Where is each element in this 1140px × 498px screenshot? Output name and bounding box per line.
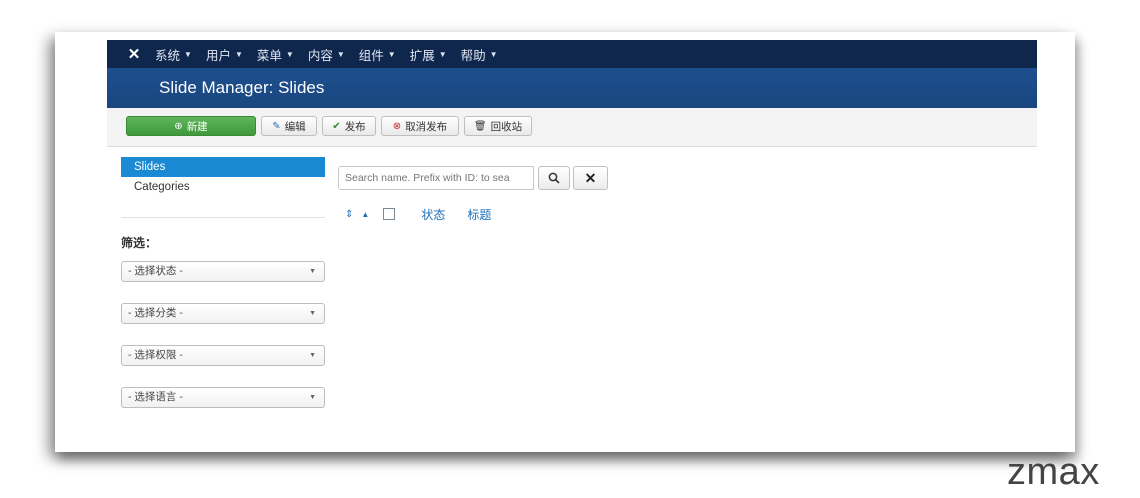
status-filter-value: - 选择状态 - [128, 265, 183, 277]
search-icon [548, 172, 560, 184]
edit-button[interactable]: ✎ 编辑 [261, 116, 317, 136]
nav-menu-extensions[interactable]: 扩展 ▼ [410, 45, 447, 64]
check-icon: ✔ [332, 120, 341, 132]
column-status-header[interactable]: 状态 [421, 206, 445, 223]
sort-ascending-icon[interactable]: ▲ [361, 210, 369, 219]
caret-down-icon: ▼ [285, 49, 294, 59]
nav-menu-components[interactable]: 组件 ▼ [359, 45, 396, 64]
brand-watermark: zmax [1007, 451, 1100, 493]
caret-down-icon: ▼ [234, 49, 243, 59]
chevron-down-icon: ▼ [309, 352, 316, 359]
nav-menu-label: 内容 [307, 48, 333, 63]
trash-icon: 🗑 [473, 120, 487, 132]
caret-down-icon: ▼ [336, 49, 345, 59]
joomla-logo-icon[interactable]: ✕ [123, 45, 145, 63]
sidebar: Slides Categories 筛选： - 选择状态 - ▼ - 选择分类 … [121, 157, 325, 431]
new-button-label: 新建 [186, 120, 208, 133]
access-filter-select[interactable]: - 选择权限 - ▼ [121, 345, 325, 366]
sort-ordering-icon[interactable]: ⇕ [345, 209, 353, 220]
close-icon: ✕ [584, 169, 597, 186]
unpublish-button-label: 取消发布 [405, 120, 448, 133]
chevron-down-icon: ▼ [309, 268, 316, 275]
access-filter-value: - 选择权限 - [128, 349, 183, 361]
caret-down-icon: ▼ [387, 49, 396, 59]
caret-down-icon: ▼ [438, 49, 447, 59]
language-filter-value: - 选择语言 - [128, 391, 183, 403]
page-header: Slide Manager: Slides [107, 68, 1037, 108]
trash-button-label: 回收站 [490, 120, 523, 133]
top-navigation-bar: ✕ 系统 ▼ 用户 ▼ 菜单 ▼ 内容 ▼ 组件 ▼ 扩展 ▼ 帮助 ▼ [107, 40, 1037, 68]
nav-menu-label: 菜单 [256, 48, 282, 63]
nav-menu-menus[interactable]: 菜单 ▼ [257, 45, 294, 64]
caret-down-icon: ▼ [489, 49, 498, 59]
sidebar-item-slides[interactable]: Slides [121, 157, 325, 177]
language-filter-select[interactable]: - 选择语言 - ▼ [121, 387, 325, 408]
cancel-circle-icon: ⊗ [392, 120, 402, 132]
publish-button-label: 发布 [344, 120, 366, 133]
divider [121, 217, 325, 218]
nav-menu-content[interactable]: 内容 ▼ [308, 45, 345, 64]
filter-group: - 选择状态 - ▼ - 选择分类 - ▼ - 选择权限 - ▼ - 选择语言 … [121, 251, 325, 431]
chevron-down-icon: ▼ [309, 394, 316, 401]
toolbar: ⊕ 新建 ✎ 编辑 ✔ 发布 ⊗ 取消发布 🗑 回收站 [107, 108, 1037, 147]
search-input[interactable] [338, 166, 534, 190]
list-header: ⇕ ▲ 状态 标题 [345, 206, 491, 222]
category-filter-value: - 选择分类 - [128, 307, 183, 319]
nav-menu-label: 帮助 [460, 48, 486, 63]
edit-button-label: 编辑 [284, 120, 306, 133]
search-button[interactable] [538, 166, 570, 190]
nav-menu-users[interactable]: 用户 ▼ [206, 45, 243, 64]
column-title-header[interactable]: 标题 [467, 206, 491, 223]
plus-circle-icon: ⊕ [174, 120, 183, 132]
edit-icon: ✎ [272, 120, 281, 132]
chevron-down-icon: ▼ [309, 310, 316, 317]
unpublish-button[interactable]: ⊗ 取消发布 [381, 116, 459, 136]
select-all-checkbox[interactable] [383, 208, 396, 220]
page-title: Slide Manager: Slides [159, 78, 325, 97]
filter-title: 筛选： [121, 236, 158, 250]
publish-button[interactable]: ✔ 发布 [322, 116, 376, 136]
clear-search-button[interactable]: ✕ [573, 166, 608, 190]
screenshot-card: ✕ 系统 ▼ 用户 ▼ 菜单 ▼ 内容 ▼ 组件 ▼ 扩展 ▼ 帮助 ▼ Slide Mana… [55, 32, 1075, 452]
sidebar-item-categories[interactable]: Categories [121, 177, 325, 197]
nav-menu-label: 用户 [205, 48, 231, 63]
nav-menu-label: 组件 [358, 48, 384, 63]
status-filter-select[interactable]: - 选择状态 - ▼ [121, 261, 325, 282]
nav-menu-help[interactable]: 帮助 ▼ [461, 45, 498, 64]
caret-down-icon: ▼ [184, 49, 192, 59]
trash-button[interactable]: 🗑 回收站 [464, 116, 532, 136]
nav-menu-label: 扩展 [409, 48, 435, 63]
nav-menu-label: 系统 [155, 48, 181, 63]
category-filter-select[interactable]: - 选择分类 - ▼ [121, 303, 325, 324]
new-button[interactable]: ⊕ 新建 [126, 116, 256, 136]
nav-menu-system[interactable]: 系统 ▼ [155, 45, 192, 64]
